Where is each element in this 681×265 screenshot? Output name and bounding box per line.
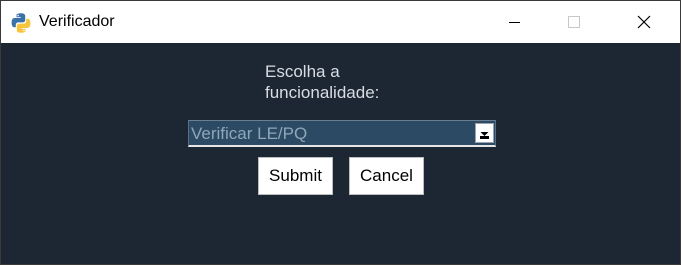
cancel-button[interactable]: Cancel <box>349 157 424 195</box>
prompt-label: Escolha a funcionalidade: <box>265 62 380 102</box>
submit-button[interactable]: Submit <box>258 157 333 195</box>
app-window: Verificador Escolha a funcionalidade: Ve… <box>0 0 681 265</box>
close-icon <box>637 15 651 29</box>
dropdown-button[interactable] <box>475 123 494 143</box>
minimize-icon <box>508 21 520 23</box>
close-button[interactable] <box>621 1 667 43</box>
select-value: Verificar LE/PQ <box>191 124 308 143</box>
functionality-select[interactable]: Verificar LE/PQ <box>188 120 496 147</box>
maximize-icon <box>568 16 580 28</box>
python-app-icon <box>10 12 32 34</box>
chevron-down-icon <box>480 132 489 139</box>
dialog-content: Escolha a funcionalidade: Verificar LE/P… <box>1 43 680 264</box>
window-title: Verificador <box>39 13 115 30</box>
minimize-button[interactable] <box>491 1 537 43</box>
maximize-button[interactable] <box>551 1 597 43</box>
title-bar[interactable]: Verificador <box>1 1 680 43</box>
